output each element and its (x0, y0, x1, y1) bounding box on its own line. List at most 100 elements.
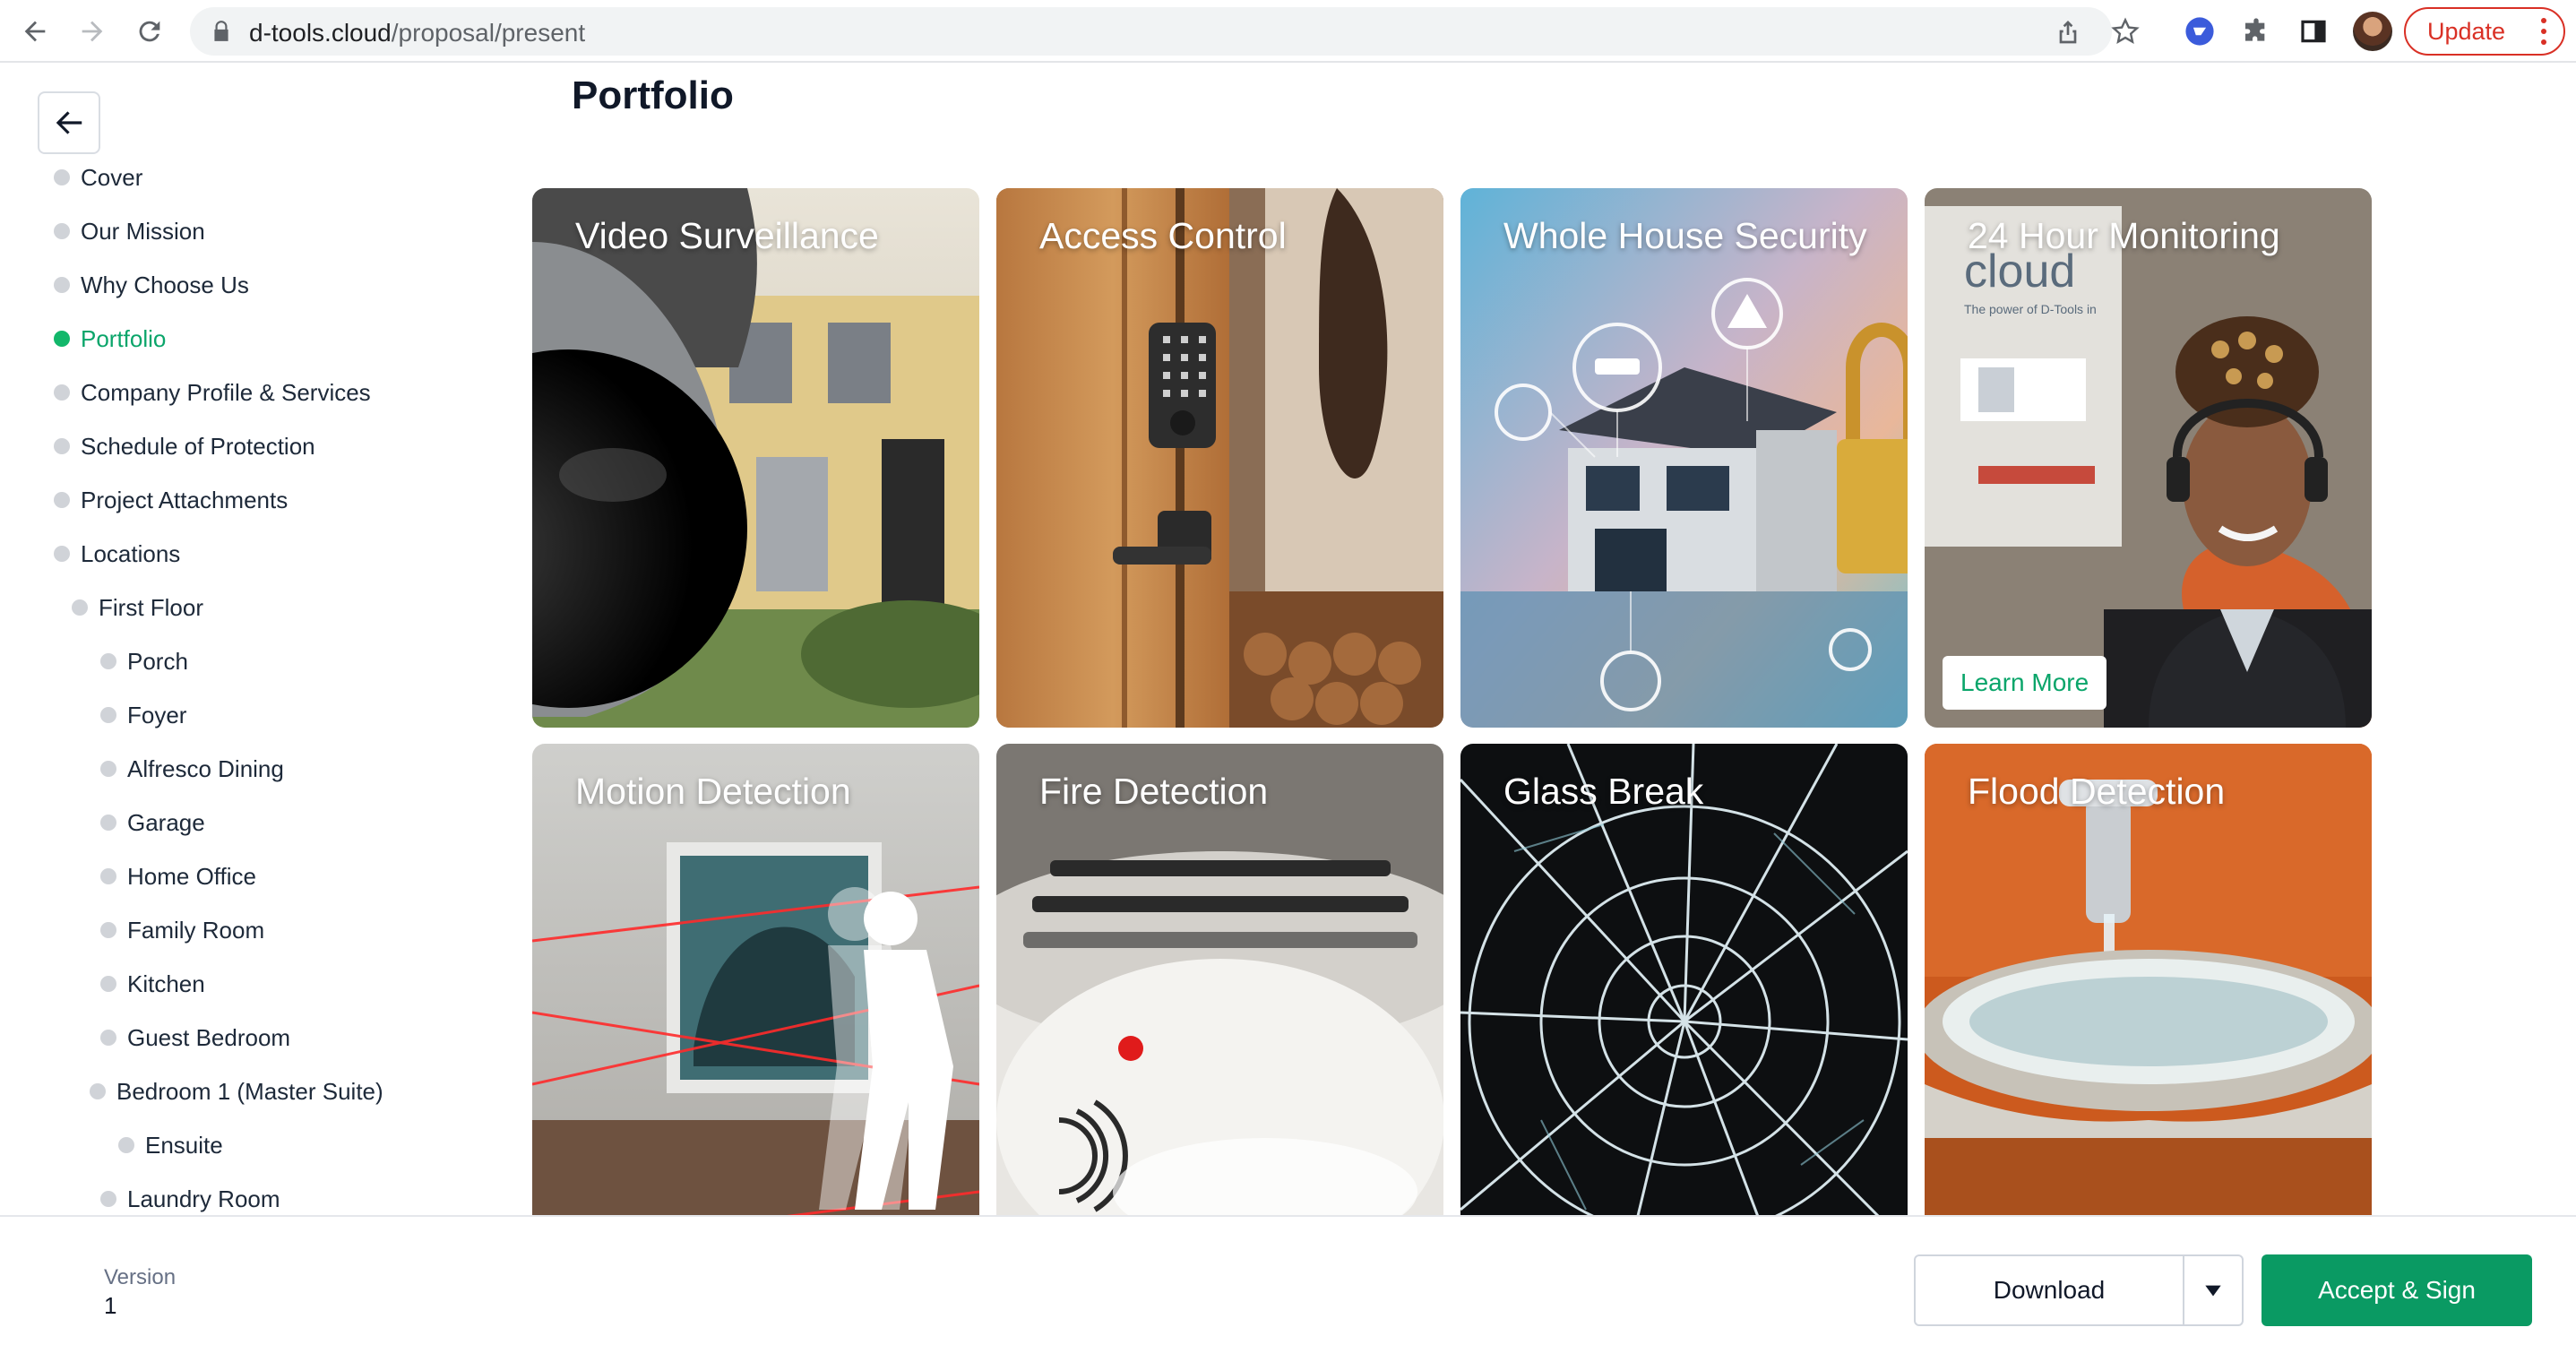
portfolio-tile-fire-detection[interactable]: Fire Detection (996, 744, 1443, 1215)
poster-tagline-text: The power of D-Tools in (1964, 302, 2097, 316)
back-button[interactable] (38, 91, 100, 154)
sidebar-item-label: Cover (81, 163, 143, 191)
sidebar-item-family-room[interactable]: Family Room (100, 912, 264, 948)
download-button[interactable]: Download (1914, 1254, 2184, 1326)
sidebar-item-locations[interactable]: Locations (54, 536, 180, 572)
version-label: Version (104, 1265, 177, 1289)
tile-title: Glass Break (1503, 771, 1704, 812)
bookmark-star-icon[interactable] (2111, 17, 2140, 46)
url-path: /proposal/present (391, 19, 586, 47)
sidebar-item-alfresco-dining[interactable]: Alfresco Dining (100, 751, 284, 787)
share-icon[interactable] (2054, 17, 2082, 46)
sidebar-item-label: Portfolio (81, 324, 167, 352)
portfolio-tile-24-hour-monitoring[interactable]: cloud The power of D-Tools in 24 Hour Mo… (1925, 188, 2372, 728)
caret-down-icon (2205, 1285, 2221, 1297)
sidebar-item-portfolio[interactable]: Portfolio (54, 321, 166, 357)
sidebar-item-porch[interactable]: Porch (100, 643, 188, 679)
sidebar-item-guest-bedroom[interactable]: Guest Bedroom (100, 1020, 290, 1056)
bullet-dot (118, 1137, 134, 1153)
bullet-dot (54, 438, 70, 454)
side-panel-icon[interactable] (2297, 15, 2330, 47)
sidebar-item-label: Home Office (127, 862, 257, 890)
sidebar-item-label: Alfresco Dining (127, 754, 284, 782)
portfolio-tile-whole-house-security[interactable]: Whole House Security (1460, 188, 1908, 728)
sidebar-item-laundry-room[interactable]: Laundry Room (100, 1181, 280, 1213)
portfolio-tile-glass-break[interactable]: Glass Break (1460, 744, 1908, 1215)
portfolio-tile-motion-detection[interactable]: Motion Detection (532, 744, 979, 1215)
bullet-dot (54, 223, 70, 239)
sidebar-item-bedroom-1-master-suite[interactable]: Bedroom 1 (Master Suite) (90, 1073, 383, 1109)
tile-title: 24 Hour Monitoring (1968, 215, 2280, 256)
reload-icon[interactable] (129, 11, 170, 52)
address-bar[interactable]: d-tools.cloud/proposal/present (190, 7, 2112, 56)
sidebar-item-label: Our Mission (81, 217, 205, 245)
sidebar-item-why-choose-us[interactable]: Why Choose Us (54, 267, 249, 303)
bullet-dot (100, 815, 116, 831)
proposal-footer: Version 1 Download Accept & Sign (0, 1215, 2576, 1362)
tile-title: Flood Detection (1968, 771, 2226, 812)
update-button[interactable]: Update (2404, 7, 2565, 56)
portfolio-tile-flood-detection[interactable]: Flood Detection (1925, 744, 2372, 1215)
back-arrow-icon[interactable] (14, 11, 56, 52)
monitoring-agent-image: cloud The power of D-Tools in (1925, 188, 2372, 728)
security-camera-image (532, 188, 979, 728)
bullet-dot (100, 976, 116, 992)
tile-title: Access Control (1039, 215, 1287, 256)
more-menu-icon (2540, 18, 2547, 45)
bullet-dot (100, 1191, 116, 1207)
sidebar-item-project-attachments[interactable]: Project Attachments (54, 482, 288, 518)
bullet-dot (54, 277, 70, 293)
sidebar-item-schedule-of-protection[interactable]: Schedule of Protection (54, 428, 315, 464)
bullet-dot (54, 169, 70, 185)
sidebar-item-label: Company Profile & Services (81, 378, 371, 406)
puzzle-extensions-icon[interactable] (2240, 15, 2272, 47)
bullet-dot (100, 1030, 116, 1046)
smart-house-image (1460, 188, 1908, 728)
sidebar-item-cover[interactable]: Cover (54, 159, 142, 195)
page-title: Portfolio (572, 73, 734, 117)
portfolio-tile-access-control[interactable]: Access Control (996, 188, 1443, 728)
tile-title: Fire Detection (1039, 771, 1269, 812)
bullet-dot (54, 546, 70, 562)
sidebar-item-company-profile[interactable]: Company Profile & Services (54, 375, 371, 410)
tile-title: Motion Detection (575, 771, 851, 812)
sidebar-item-label: Foyer (127, 701, 187, 728)
broken-glass-image (1460, 744, 1908, 1215)
bullet-dot (100, 707, 116, 723)
url-text: d-tools.cloud/proposal/present (249, 19, 585, 47)
tile-title: Whole House Security (1503, 215, 1867, 256)
sidebar-item-foyer[interactable]: Foyer (100, 697, 186, 733)
smart-lock-door-image (996, 188, 1443, 728)
update-label: Update (2427, 17, 2506, 45)
bullet-dot (100, 922, 116, 938)
extension-blue-icon[interactable] (2184, 15, 2216, 47)
sidebar-item-garage[interactable]: Garage (100, 805, 205, 840)
sidebar-item-kitchen[interactable]: Kitchen (100, 966, 205, 1002)
browser-toolbar: d-tools.cloud/proposal/present Update (0, 0, 2576, 63)
sidebar-item-label: Ensuite (145, 1131, 223, 1159)
bullet-dot (100, 653, 116, 669)
accept-and-sign-button[interactable]: Accept & Sign (2262, 1254, 2532, 1326)
download-options-button[interactable] (2183, 1254, 2244, 1326)
profile-avatar[interactable] (2353, 12, 2392, 51)
sidebar-item-home-office[interactable]: Home Office (100, 858, 256, 894)
bullet-dot (100, 868, 116, 884)
portfolio-tile-video-surveillance[interactable]: Video Surveillance (532, 188, 979, 728)
sidebar-item-label: First Floor (99, 593, 203, 621)
sidebar-item-label: Garage (127, 808, 205, 836)
sidebar-item-label: Bedroom 1 (Master Suite) (116, 1077, 383, 1105)
sidebar-item-label: Schedule of Protection (81, 432, 315, 460)
bullet-dot (54, 331, 70, 347)
version-value: 1 (104, 1292, 117, 1319)
sidebar-item-our-mission[interactable]: Our Mission (54, 213, 205, 249)
sidebar-item-label: Porch (127, 647, 188, 675)
arrow-left-icon (56, 111, 82, 134)
sidebar-item-ensuite[interactable]: Ensuite (118, 1127, 223, 1163)
forward-arrow-icon[interactable] (72, 11, 113, 52)
sidebar-item-label: Locations (81, 539, 181, 567)
sidebar-item-label: Project Attachments (81, 486, 289, 513)
url-host: d-tools.cloud (249, 19, 392, 47)
learn-more-button[interactable]: Learn More (1943, 656, 2107, 710)
tile-title: Video Surveillance (575, 215, 879, 256)
sidebar-item-first-floor[interactable]: First Floor (72, 590, 203, 625)
